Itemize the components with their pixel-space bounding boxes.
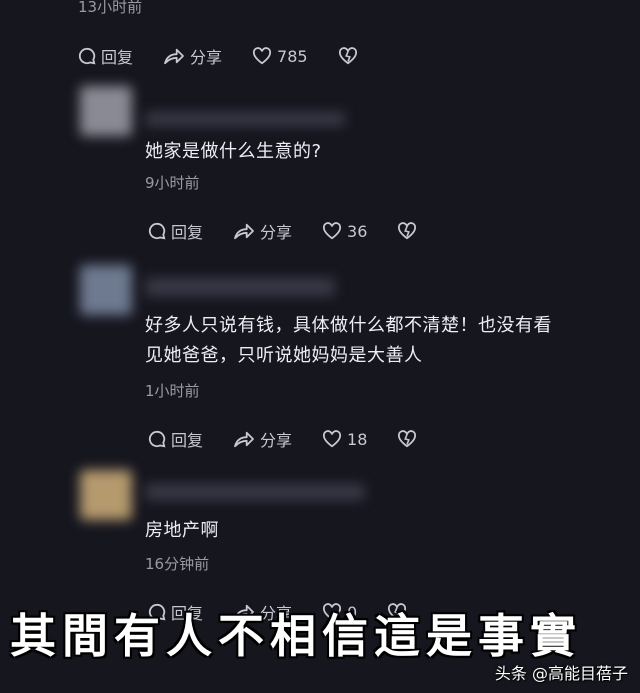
- share-icon: [164, 48, 184, 65]
- like-button[interactable]: 36: [322, 222, 367, 241]
- share-icon: [234, 223, 254, 240]
- reply-button[interactable]: 回复: [148, 219, 203, 243]
- avatar[interactable]: [80, 265, 132, 315]
- reply-button[interactable]: 回复: [78, 44, 133, 68]
- share-button[interactable]: 分享: [233, 219, 292, 243]
- comment-icon: [148, 222, 166, 240]
- like-button[interactable]: 18: [322, 430, 367, 449]
- comment-text-line1: 好多人只说有钱，具体做什么都不清楚！也没有看: [145, 315, 552, 336]
- reply-label: 回复: [101, 48, 134, 67]
- comment-time: 16分钟前: [145, 555, 210, 573]
- like-count: 18: [347, 429, 368, 449]
- reply-label: 回复: [171, 431, 204, 450]
- avatar[interactable]: [80, 470, 132, 520]
- username-blurred: [145, 484, 365, 500]
- dislike-button[interactable]: [397, 222, 422, 240]
- dislike-icon: [398, 430, 417, 448]
- comment-time: 1小时前: [145, 382, 200, 400]
- share-label: 分享: [190, 48, 223, 67]
- dislike-button[interactable]: [397, 430, 422, 448]
- dislike-button[interactable]: [338, 47, 363, 65]
- avatar[interactable]: [80, 86, 132, 136]
- comment-actions: 回复 分享 36: [148, 219, 452, 243]
- username-blurred: [145, 112, 345, 126]
- reply-button[interactable]: 回复: [148, 427, 203, 451]
- video-caption: 其間有人不相信這是事實: [10, 609, 582, 663]
- share-button[interactable]: 分享: [233, 427, 292, 451]
- comment-text-line2: 见她爸爸，只听说她妈妈是大善人: [145, 345, 423, 366]
- share-button[interactable]: 分享: [163, 44, 222, 68]
- heart-icon: [253, 47, 272, 65]
- share-label: 分享: [260, 223, 293, 242]
- share-icon: [234, 431, 254, 448]
- comment-time: 13小时前: [78, 0, 143, 16]
- comment-icon: [148, 430, 166, 448]
- username-blurred: [145, 278, 335, 296]
- comment-icon: [78, 47, 96, 65]
- share-label: 分享: [260, 431, 293, 450]
- comment-text: 房地产啊: [145, 520, 219, 541]
- like-button[interactable]: 785: [252, 47, 308, 66]
- like-count: 785: [277, 46, 308, 66]
- reply-label: 回复: [171, 223, 204, 242]
- comment-actions: 回复 分享 18: [148, 427, 452, 451]
- watermark: 头条 @高能目蓓子: [494, 664, 628, 683]
- comment-time: 9小时前: [145, 174, 200, 192]
- comment-actions: 回复 分享 785: [78, 44, 393, 68]
- comment-text: 她家是做什么生意的?: [145, 141, 322, 162]
- heart-icon: [323, 222, 342, 240]
- like-count: 36: [347, 221, 368, 241]
- heart-icon: [323, 430, 342, 448]
- dislike-icon: [338, 47, 357, 65]
- dislike-icon: [398, 222, 417, 240]
